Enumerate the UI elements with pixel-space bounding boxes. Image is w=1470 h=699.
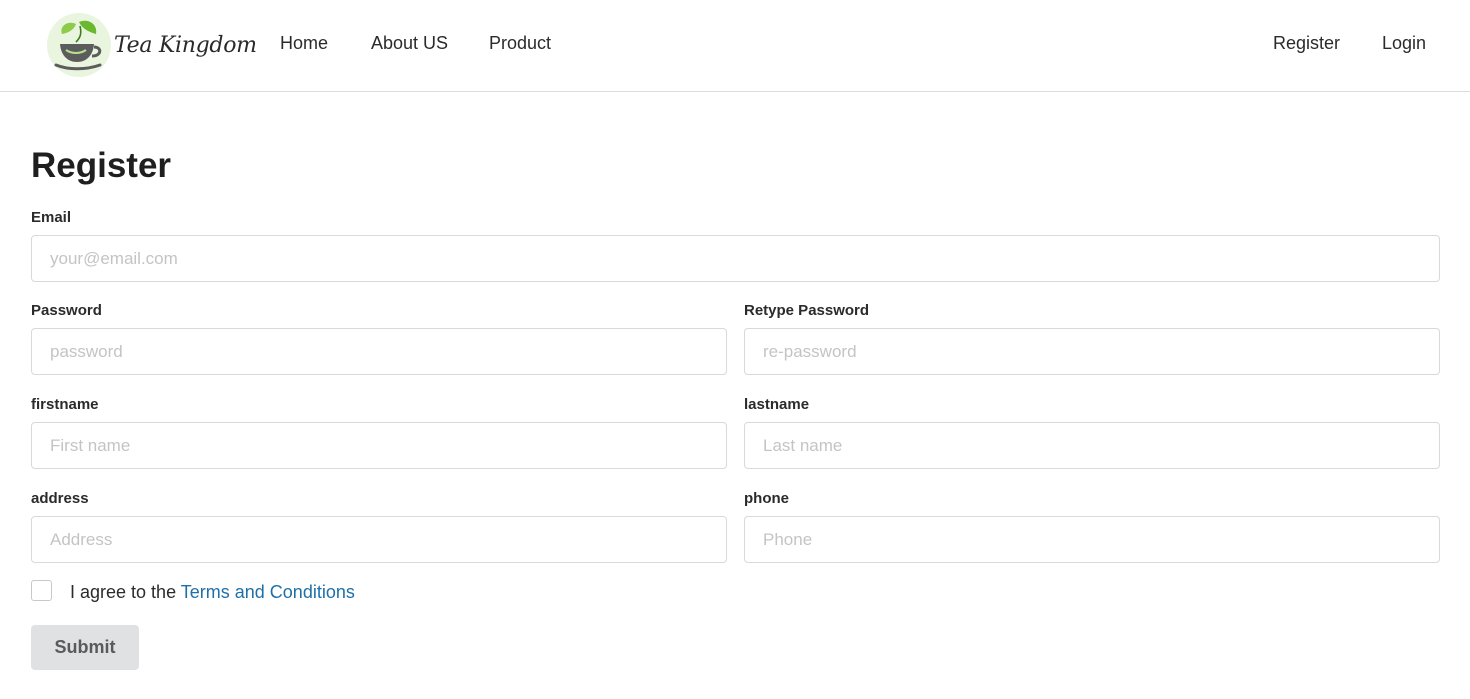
email-input[interactable] — [31, 235, 1440, 282]
firstname-input[interactable] — [31, 422, 727, 469]
nav-about-us[interactable]: About US — [371, 33, 448, 54]
top-navigation-bar: Tea Kingdom Home About US Product Regist… — [0, 0, 1470, 92]
address-label: address — [31, 490, 89, 507]
address-input[interactable] — [31, 516, 727, 563]
nav-login[interactable]: Login — [1382, 33, 1426, 54]
terms-and-conditions-link[interactable]: Terms and Conditions — [181, 582, 355, 602]
firstname-label: firstname — [31, 396, 99, 413]
terms-agreement-text: I agree to the Terms and Conditions — [70, 582, 355, 603]
email-label: Email — [31, 209, 72, 226]
page-title: Register — [31, 146, 172, 185]
submit-button[interactable]: Submit — [31, 625, 139, 670]
retype-password-input[interactable] — [744, 328, 1440, 375]
nav-product[interactable]: Product — [489, 33, 551, 54]
retype-password-label: Retype Password — [744, 302, 870, 319]
lastname-label: lastname — [744, 396, 810, 413]
site-logo[interactable]: Tea Kingdom — [46, 12, 257, 78]
agree-label: I agree to the — [70, 582, 181, 602]
lastname-input[interactable] — [744, 422, 1440, 469]
nav-register[interactable]: Register — [1273, 33, 1340, 54]
terms-checkbox[interactable] — [31, 580, 52, 601]
phone-label: phone — [744, 490, 789, 507]
password-label: Password — [31, 302, 102, 319]
nav-home[interactable]: Home — [280, 33, 328, 54]
password-input[interactable] — [31, 328, 727, 375]
logo-text: Tea Kingdom — [114, 32, 257, 58]
phone-input[interactable] — [744, 516, 1440, 563]
teacup-leaf-logo-icon — [47, 13, 111, 77]
